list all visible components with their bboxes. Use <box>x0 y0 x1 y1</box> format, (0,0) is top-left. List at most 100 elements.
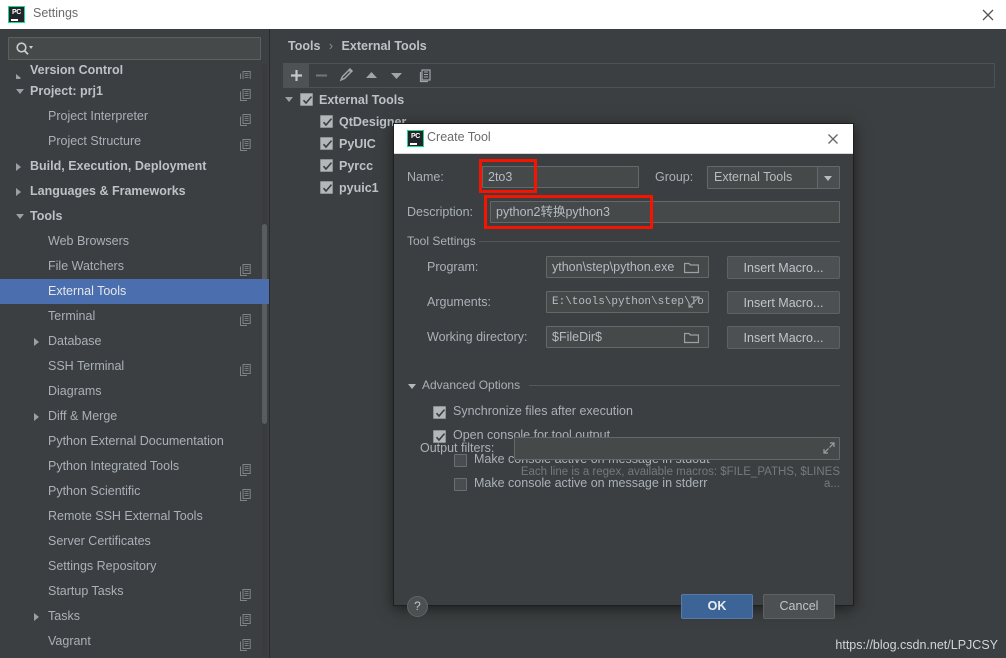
sidebar-item-project-structure[interactable]: Project Structure <box>0 129 269 154</box>
working-directory-insert-macro-button[interactable]: Insert Macro... <box>727 326 840 349</box>
close-icon[interactable] <box>980 7 996 23</box>
chevron-down-icon[interactable] <box>817 167 839 188</box>
sidebar-item-python-scientific[interactable]: Python Scientific <box>0 479 269 504</box>
search-icon <box>15 41 33 57</box>
dialog-titlebar: PC Create Tool <box>394 124 853 154</box>
sidebar-item-startup-tasks[interactable]: Startup Tasks <box>0 579 269 604</box>
tools-tree-item-label: PyUIC <box>339 137 376 151</box>
sidebar-item-ssh-terminal[interactable]: SSH Terminal <box>0 354 269 379</box>
chevron-down-icon[interactable] <box>16 89 24 94</box>
breadcrumb-parent[interactable]: Tools <box>288 39 320 53</box>
tools-tree-checkbox[interactable] <box>320 137 333 150</box>
arrow-down-icon[interactable] <box>384 64 409 87</box>
arguments-insert-macro-button[interactable]: Insert Macro... <box>727 291 840 314</box>
sidebar-item-python-external-documentation[interactable]: Python External Documentation <box>0 429 269 454</box>
advanced-options-toggle-icon[interactable] <box>408 384 416 389</box>
sidebar-item-label: Vagrant <box>48 634 91 648</box>
search-box[interactable] <box>8 37 261 61</box>
output-filters-input[interactable] <box>514 437 840 460</box>
sidebar-item-label: Project Structure <box>48 134 142 148</box>
sidebar-item-settings-repository[interactable]: Settings Repository <box>0 554 269 579</box>
sidebar-item-label: Python Scientific <box>48 484 141 498</box>
sidebar-item-label: Tools <box>30 209 63 223</box>
checkbox-label: Synchronize files after execution <box>453 404 633 418</box>
sidebar-item-external-tools[interactable]: External Tools <box>0 279 269 304</box>
settings-sidebar: Version Control Project: prj1 Project Inte… <box>0 29 270 658</box>
sidebar-item-database[interactable]: Database <box>0 329 269 354</box>
tools-tree-item-external-tools[interactable]: External Tools <box>283 89 995 111</box>
program-folder-icon[interactable] <box>683 261 700 279</box>
checkbox-synchronize-files-after-execution[interactable] <box>433 406 446 419</box>
sidebar-item-label: Project: prj1 <box>30 84 103 98</box>
sidebar-item-version-control[interactable]: Version Control <box>0 65 269 79</box>
chevron-right-icon[interactable] <box>34 613 39 621</box>
working-directory-folder-icon[interactable] <box>683 331 700 349</box>
copy-settings-icon[interactable] <box>240 460 251 476</box>
checkbox-make-console-active-on-message-in-stdout[interactable] <box>454 454 467 467</box>
ok-button[interactable]: OK <box>681 594 753 619</box>
sidebar-item-diff-merge[interactable]: Diff & Merge <box>0 404 269 429</box>
expand-arrows-icon[interactable] <box>687 295 701 314</box>
sidebar-item-languages-frameworks[interactable]: Languages & Frameworks <box>0 179 269 204</box>
add-button[interactable] <box>284 64 309 87</box>
pencil-icon[interactable] <box>334 64 359 87</box>
group-combobox[interactable]: External Tools <box>707 166 840 189</box>
copy-settings-icon[interactable] <box>240 610 251 626</box>
tools-tree-checkbox[interactable] <box>320 115 333 128</box>
copy-settings-icon[interactable] <box>240 71 251 79</box>
chevron-down-icon[interactable] <box>16 214 24 219</box>
arrow-up-icon[interactable] <box>359 64 384 87</box>
tools-tree-checkbox[interactable] <box>300 93 313 106</box>
sidebar-item-file-watchers[interactable]: File Watchers <box>0 254 269 279</box>
copy-settings-icon[interactable] <box>240 635 251 651</box>
copy-settings-icon[interactable] <box>240 260 251 276</box>
dialog-logo-bar <box>410 143 417 145</box>
dialog-logo-text: PC <box>410 133 421 140</box>
search-input[interactable] <box>37 38 261 61</box>
breadcrumb-current: External Tools <box>341 39 427 53</box>
cancel-button[interactable]: Cancel <box>763 594 835 619</box>
name-input[interactable]: 2to3 <box>482 166 639 188</box>
chevron-down-icon[interactable] <box>285 97 293 102</box>
sidebar-item-terminal[interactable]: Terminal <box>0 304 269 329</box>
copy-settings-icon[interactable] <box>240 360 251 376</box>
chevron-right-icon[interactable] <box>16 188 21 196</box>
program-insert-macro-button[interactable]: Insert Macro... <box>727 256 840 279</box>
group-label: Group: <box>655 170 694 184</box>
sidebar-item-vagrant[interactable]: Vagrant <box>0 629 269 654</box>
copy-settings-icon[interactable] <box>240 585 251 601</box>
sidebar-item-remote-ssh-external-tools[interactable]: Remote SSH External Tools <box>0 504 269 529</box>
sidebar-item-server-certificates[interactable]: Server Certificates <box>0 529 269 554</box>
description-input[interactable]: python2转换python3 <box>490 201 840 223</box>
sidebar-item-build-execution-deployment[interactable]: Build, Execution, Deployment <box>0 154 269 179</box>
tool-settings-title: Tool Settings <box>407 234 476 248</box>
tools-tree-checkbox[interactable] <box>320 181 333 194</box>
sidebar-item-python-integrated-tools[interactable]: Python Integrated Tools <box>0 454 269 479</box>
chevron-right-icon[interactable] <box>16 163 21 171</box>
sidebar-item-project-prj1[interactable]: Project: prj1 <box>0 79 269 104</box>
chevron-right-icon[interactable] <box>34 413 39 421</box>
dialog-close-icon[interactable] <box>825 131 841 147</box>
sidebar-item-tools[interactable]: Tools <box>0 204 269 229</box>
sidebar-item-web-browsers[interactable]: Web Browsers <box>0 229 269 254</box>
copy-settings-icon[interactable] <box>240 485 251 501</box>
remove-button[interactable] <box>309 64 334 87</box>
sidebar-item-project-interpreter[interactable]: Project Interpreter <box>0 104 269 129</box>
arguments-input[interactable]: E:\tools\python\step\To <box>546 291 709 313</box>
chevron-right-icon[interactable] <box>34 338 39 346</box>
checkbox-make-console-active-on-message-in-stderr[interactable] <box>454 478 467 491</box>
output-filters-expand-icon[interactable] <box>822 441 836 460</box>
copy-settings-icon[interactable] <box>240 310 251 326</box>
copy-settings-icon[interactable] <box>240 135 251 151</box>
help-button[interactable]: ? <box>407 596 428 617</box>
copy-settings-icon[interactable] <box>240 110 251 126</box>
sidebar-item-label: Startup Tasks <box>48 584 124 598</box>
tools-tree-item-label: External Tools <box>319 93 405 107</box>
copy-button[interactable] <box>414 64 439 87</box>
sidebar-item-tasks[interactable]: Tasks <box>0 604 269 629</box>
group-combobox-value: External Tools <box>714 170 793 184</box>
tools-tree-checkbox[interactable] <box>320 159 333 172</box>
tools-tree-item-label: pyuic1 <box>339 181 379 195</box>
sidebar-item-diagrams[interactable]: Diagrams <box>0 379 269 404</box>
copy-settings-icon[interactable] <box>240 85 251 101</box>
